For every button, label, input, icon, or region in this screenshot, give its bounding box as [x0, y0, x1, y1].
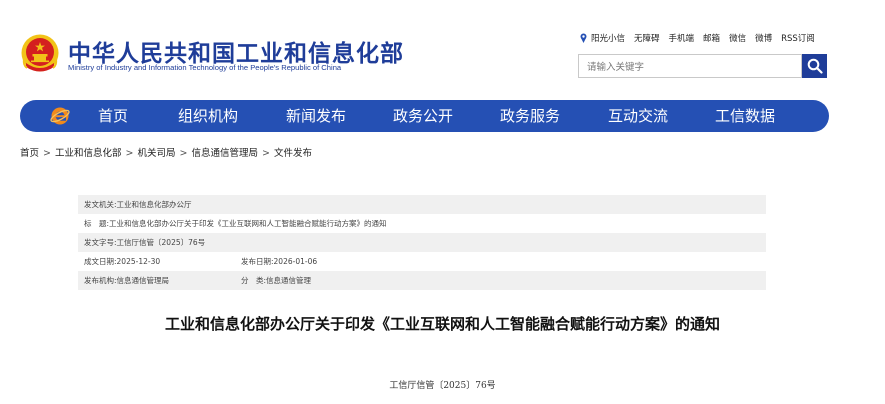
- ie-logo-icon[interactable]: [50, 106, 70, 126]
- info-label-number: 发文字号:: [84, 238, 117, 247]
- top-link-accessibility[interactable]: 无障碍: [634, 32, 660, 44]
- info-row-number: 发文字号: 工信厅信管〔2025〕76号: [78, 233, 766, 252]
- nav-news[interactable]: 新闻发布: [286, 100, 346, 132]
- nav-home[interactable]: 首页: [98, 100, 128, 132]
- breadcrumb-ministry[interactable]: 工业和信息化部: [55, 148, 122, 159]
- top-link-mobile[interactable]: 手机端: [669, 32, 695, 44]
- breadcrumb: 首页 > 工业和信息化部 > 机关司局 > 信息通信管理局 > 文件发布: [20, 148, 312, 159]
- top-link-wechat[interactable]: 微信: [729, 32, 746, 44]
- top-links: 阳光小信 无障碍 手机端 邮箱 微信 微博 RSS订阅: [580, 31, 815, 45]
- top-link-sunshine[interactable]: 阳光小信: [591, 32, 625, 44]
- nav-gov-services[interactable]: 政务服务: [500, 100, 560, 132]
- top-link-weibo[interactable]: 微博: [755, 32, 772, 44]
- info-row-org: 发布机构: 信息通信管理局 分 类: 信息通信管理: [78, 271, 766, 290]
- nav-interaction[interactable]: 互动交流: [608, 100, 668, 132]
- info-value-issuer: 工业和信息化部办公厅: [116, 200, 192, 209]
- info-label-published: 发布日期:: [241, 257, 274, 266]
- top-link-mail[interactable]: 邮箱: [703, 32, 720, 44]
- site-subtitle: Ministry of Industry and Information Tec…: [68, 63, 342, 72]
- nav-gov-affairs[interactable]: 政务公开: [393, 100, 453, 132]
- info-value-published: 2026-01-06: [273, 257, 318, 266]
- search-icon: [807, 58, 823, 74]
- top-link-rss[interactable]: RSS订阅: [781, 32, 815, 44]
- info-value-title: 工业和信息化部办公厅关于印发《工业互联网和人工智能融合赋能行动方案》的通知: [109, 219, 387, 228]
- main-nav: 首页 组织机构 新闻发布 政务公开 政务服务 互动交流 工信数据: [20, 100, 829, 132]
- article-doc-number: 工信厅信管〔2025〕76号: [389, 381, 496, 391]
- info-label-title: 标 题:: [84, 219, 110, 228]
- info-label-issuer: 发文机关:: [84, 200, 117, 209]
- info-value-number: 工信厅信管〔2025〕76号: [116, 238, 206, 247]
- info-value-org: 信息通信管理局: [116, 276, 170, 285]
- nav-organization[interactable]: 组织机构: [178, 100, 238, 132]
- info-label-category: 分 类:: [241, 276, 267, 285]
- national-emblem-icon: [21, 34, 59, 72]
- breadcrumb-bureau[interactable]: 信息通信管理局: [191, 148, 258, 159]
- search-box: [578, 54, 802, 79]
- info-row-dates: 成文日期: 2025-12-30 发布日期: 2026-01-06: [78, 252, 766, 271]
- breadcrumb-departments[interactable]: 机关司局: [137, 148, 175, 159]
- info-label-created: 成文日期:: [84, 257, 117, 266]
- info-row-issuer: 发文机关: 工业和信息化部办公厅: [78, 195, 766, 214]
- location-pin-icon: [580, 33, 587, 43]
- info-value-category: 信息通信管理: [266, 276, 312, 285]
- doc-info-table: 发文机关: 工业和信息化部办公厅 标 题: 工业和信息化部办公厅关于印发《工业互…: [78, 195, 766, 290]
- breadcrumb-documents[interactable]: 文件发布: [274, 148, 312, 159]
- search-button[interactable]: [802, 54, 827, 78]
- info-row-title: 标 题: 工业和信息化部办公厅关于印发《工业互联网和人工智能融合赋能行动方案》的…: [78, 214, 766, 233]
- search-input[interactable]: [579, 56, 801, 79]
- info-value-created: 2025-12-30: [116, 257, 161, 266]
- nav-data[interactable]: 工信数据: [715, 100, 775, 132]
- info-label-org: 发布机构:: [84, 276, 117, 285]
- breadcrumb-home[interactable]: 首页: [20, 148, 39, 159]
- article-title: 工业和信息化部办公厅关于印发《工业互联网和人工智能融合赋能行动方案》的通知: [164, 315, 720, 333]
